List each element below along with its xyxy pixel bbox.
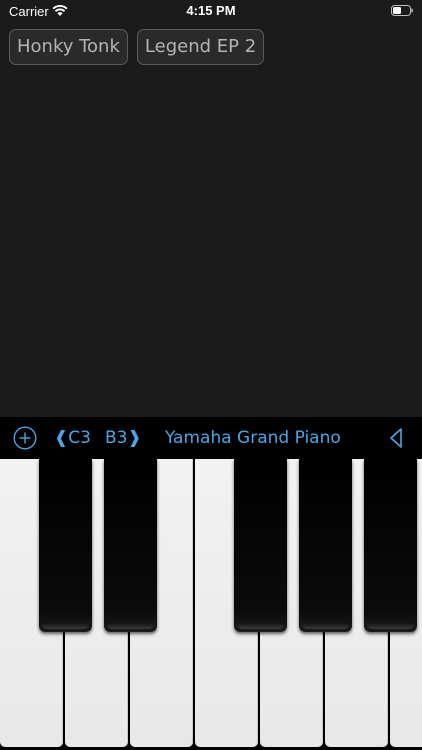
instrument-name[interactable]: Yamaha Grand Piano: [165, 426, 341, 450]
range-end: B3: [104, 428, 128, 448]
preset-legend-ep-2[interactable]: Legend EP 2: [136, 29, 265, 65]
range-start: C3: [68, 428, 91, 448]
triangle-left-icon[interactable]: [388, 427, 404, 449]
status-bar: Carrier 4:15 PM: [0, 0, 422, 24]
octave-range[interactable]: ❰C3 B3❱: [54, 426, 142, 450]
range-shift-up[interactable]: ❱: [127, 428, 141, 448]
keyboard-toolbar: ❰C3 B3❱ Yamaha Grand Piano: [0, 417, 422, 459]
black-key-d-sharp[interactable]: [104, 459, 157, 632]
range-shift-down[interactable]: ❰: [54, 428, 68, 448]
black-key-a-sharp[interactable]: [364, 459, 417, 632]
preset-area: Honky Tonk Legend EP 2: [0, 24, 422, 417]
plus-circle-icon[interactable]: [13, 426, 37, 450]
black-key-g-sharp[interactable]: [299, 459, 352, 632]
clock: 4:15 PM: [186, 3, 236, 18]
piano-keyboard: [0, 459, 422, 750]
preset-honky-tonk[interactable]: Honky Tonk: [9, 29, 128, 65]
app-window: Carrier 4:15 PM Honky Tonk Legend EP 2 ❰…: [0, 0, 422, 750]
black-key-f-sharp[interactable]: [234, 459, 287, 632]
preset-list: Honky Tonk Legend EP 2: [9, 29, 265, 65]
battery-icon: [391, 5, 413, 16]
black-key-c-sharp[interactable]: [39, 459, 92, 632]
